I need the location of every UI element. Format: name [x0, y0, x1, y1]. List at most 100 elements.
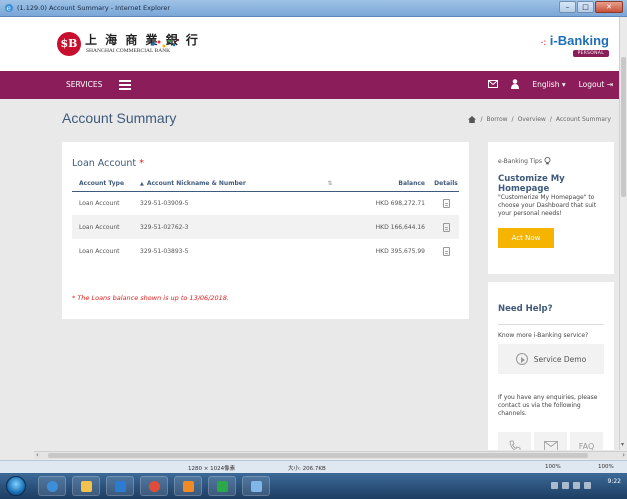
window-title-bar: e (1.129.0) Account Summary - Internet E…	[0, 0, 627, 17]
email-button[interactable]	[534, 432, 567, 450]
logo-dots-icon	[151, 38, 180, 48]
loan-account-title: Loan Account *	[72, 158, 144, 169]
play-icon	[515, 353, 528, 365]
taskbar-paint-icon[interactable]	[242, 476, 270, 496]
service-demo-button[interactable]: Service Demo	[498, 344, 604, 374]
vertical-scrollbar[interactable]: ▾	[619, 17, 627, 450]
know-more-text: Know more i-Banking service?	[498, 332, 589, 339]
row-account-type: Loan Account	[72, 215, 140, 239]
user-icon[interactable]	[511, 79, 520, 89]
status-zoom[interactable]: 100%	[598, 464, 614, 470]
system-tray	[551, 482, 591, 489]
ibanking-title: i-Banking	[549, 33, 609, 48]
nav-right-group: English ▾ Logout ⇥	[475, 79, 613, 89]
lightbulb-icon	[544, 157, 551, 165]
phone-button[interactable]	[498, 432, 531, 450]
mail-icon[interactable]	[488, 80, 499, 88]
sort-toggle-icon[interactable]: ⇅	[310, 177, 350, 192]
ebanking-tips-card: e-Banking Tips Customize My Homepage "Cu…	[488, 142, 614, 274]
chevron-down-icon: ▾	[561, 79, 566, 89]
logout-icon: ⇥	[606, 79, 613, 89]
breadcrumb-current: Account Summary	[555, 116, 611, 123]
row-account-number[interactable]: 329-51-02762-3	[140, 215, 310, 239]
window-title: (1.129.0) Account Summary - Internet Exp…	[17, 4, 171, 12]
taskbar-clock[interactable]: 9:22	[608, 478, 621, 486]
bank-name-chinese: 上 海 商 業 銀 行	[85, 33, 200, 47]
page-title: Account Summary	[62, 110, 177, 126]
taskbar-apps	[38, 476, 270, 496]
loan-account-table: Account Type ▲ Account Nickname & Number …	[72, 177, 459, 263]
table-row[interactable]: Loan Account 329-51-02762-3 HKD 166,644.…	[72, 215, 459, 239]
vertical-scroll-thumb[interactable]	[621, 57, 626, 197]
help-heading: Need Help?	[498, 304, 553, 314]
ie-icon: e	[5, 4, 13, 13]
act-now-button[interactable]: Act Now	[498, 228, 554, 248]
maximize-button[interactable]: □	[577, 1, 594, 13]
enquiry-text: If you have any enquiries, please contac…	[498, 394, 598, 417]
row-balance: HKD 166,644.16	[350, 215, 433, 239]
ibanking-logo: ·: i-Banking PERSONAL	[540, 33, 609, 57]
details-doc-icon[interactable]	[442, 198, 450, 208]
close-window-button[interactable]: ✕	[595, 1, 623, 13]
service-demo-label: Service Demo	[533, 354, 587, 364]
col-account-number[interactable]: ▲ Account Nickname & Number	[140, 177, 310, 192]
status-dimensions: 1280 × 1024像素	[188, 466, 236, 472]
services-menu[interactable]: SERVICES	[66, 80, 102, 89]
minimize-button[interactable]: –	[559, 1, 576, 13]
tips-heading: Customize My Homepage	[498, 174, 565, 194]
required-mark: *	[139, 158, 144, 169]
window-controls: – □ ✕	[559, 1, 623, 13]
taskbar-excel-icon[interactable]	[208, 476, 236, 496]
main-navbar: SERVICES English ▾ Logout ⇥	[0, 71, 627, 99]
taskbar-media-icon[interactable]	[106, 476, 134, 496]
scroll-down-arrow-icon[interactable]: ▾	[621, 441, 624, 448]
tips-label: e-Banking Tips	[498, 157, 551, 165]
svg-text:e: e	[7, 5, 11, 13]
col-account-type[interactable]: Account Type	[72, 177, 140, 192]
row-balance: HKD 395,675.99	[375, 247, 425, 255]
taskbar-folder-icon[interactable]	[72, 476, 100, 496]
table-header-row: Account Type ▲ Account Nickname & Number …	[72, 177, 459, 192]
col-details: Details	[433, 177, 459, 192]
table-row[interactable]: Loan Account 329-51-03893-5 HKD 395,675.…	[72, 239, 459, 263]
balance-note: * The Loans balance shown is up to 13/06…	[72, 294, 229, 302]
details-doc-icon[interactable]	[442, 222, 450, 232]
breadcrumb-overview[interactable]: Overview	[518, 116, 546, 123]
status-bar: 1280 × 1024像素 大小: 206.7KB 100% 100%	[0, 460, 627, 473]
table-row[interactable]: Loan Account 329-51-03909-5 HKD 698,272.…	[72, 191, 459, 215]
personal-badge: PERSONAL	[572, 50, 609, 57]
faq-button[interactable]: FAQ	[570, 432, 603, 450]
home-icon[interactable]	[468, 116, 477, 123]
details-doc-icon[interactable]	[442, 246, 450, 256]
breadcrumb-borrow[interactable]: Borrow	[486, 116, 507, 123]
need-help-card: Need Help? Know more i-Banking service? …	[488, 282, 614, 450]
divider	[498, 324, 604, 325]
tips-text: "Customerize My Homepage" to choose your…	[498, 194, 597, 217]
status-filesize: 大小: 206.7KB	[288, 466, 326, 472]
taskbar-chrome-icon[interactable]	[140, 476, 168, 496]
loan-account-card: Loan Account * Account Type ▲ Account Nic…	[62, 142, 469, 319]
scroll-left-arrow-icon[interactable]: ‹	[36, 451, 39, 459]
envelope-icon	[543, 441, 558, 450]
row-account-type: Loan Account	[79, 199, 120, 207]
row-balance: HKD 698,272.71	[375, 199, 425, 207]
row-account-type: Loan Account	[79, 247, 120, 255]
hamburger-menu-icon[interactable]	[119, 80, 131, 90]
logout-button[interactable]: Logout ⇥	[579, 80, 613, 89]
scroll-right-arrow-icon[interactable]: ›	[622, 451, 625, 459]
bank-logo-icon[interactable]: $B	[57, 32, 81, 56]
windows-taskbar: 9:22	[0, 473, 627, 499]
horizontal-scrollbar[interactable]: ‹ ›	[34, 451, 627, 459]
bank-header: $B 上 海 商 業 銀 行 SHANGHAI COMMERCIAL BANK …	[0, 17, 627, 71]
horizontal-scroll-thumb[interactable]	[48, 453, 588, 458]
sort-asc-icon: ▲	[140, 181, 144, 188]
row-account-number[interactable]: 329-51-03909-5	[140, 191, 310, 215]
col-balance[interactable]: Balance	[350, 177, 433, 192]
status-zoom-center: 100%	[545, 464, 561, 470]
taskbar-app-icon[interactable]	[174, 476, 202, 496]
breadcrumb: / Borrow / Overview / Account Summary	[468, 116, 611, 123]
row-account-number[interactable]: 329-51-03893-5	[140, 239, 310, 263]
taskbar-ie-icon[interactable]	[38, 476, 66, 496]
start-button-icon[interactable]	[6, 476, 26, 496]
language-selector[interactable]: English ▾	[532, 80, 565, 89]
